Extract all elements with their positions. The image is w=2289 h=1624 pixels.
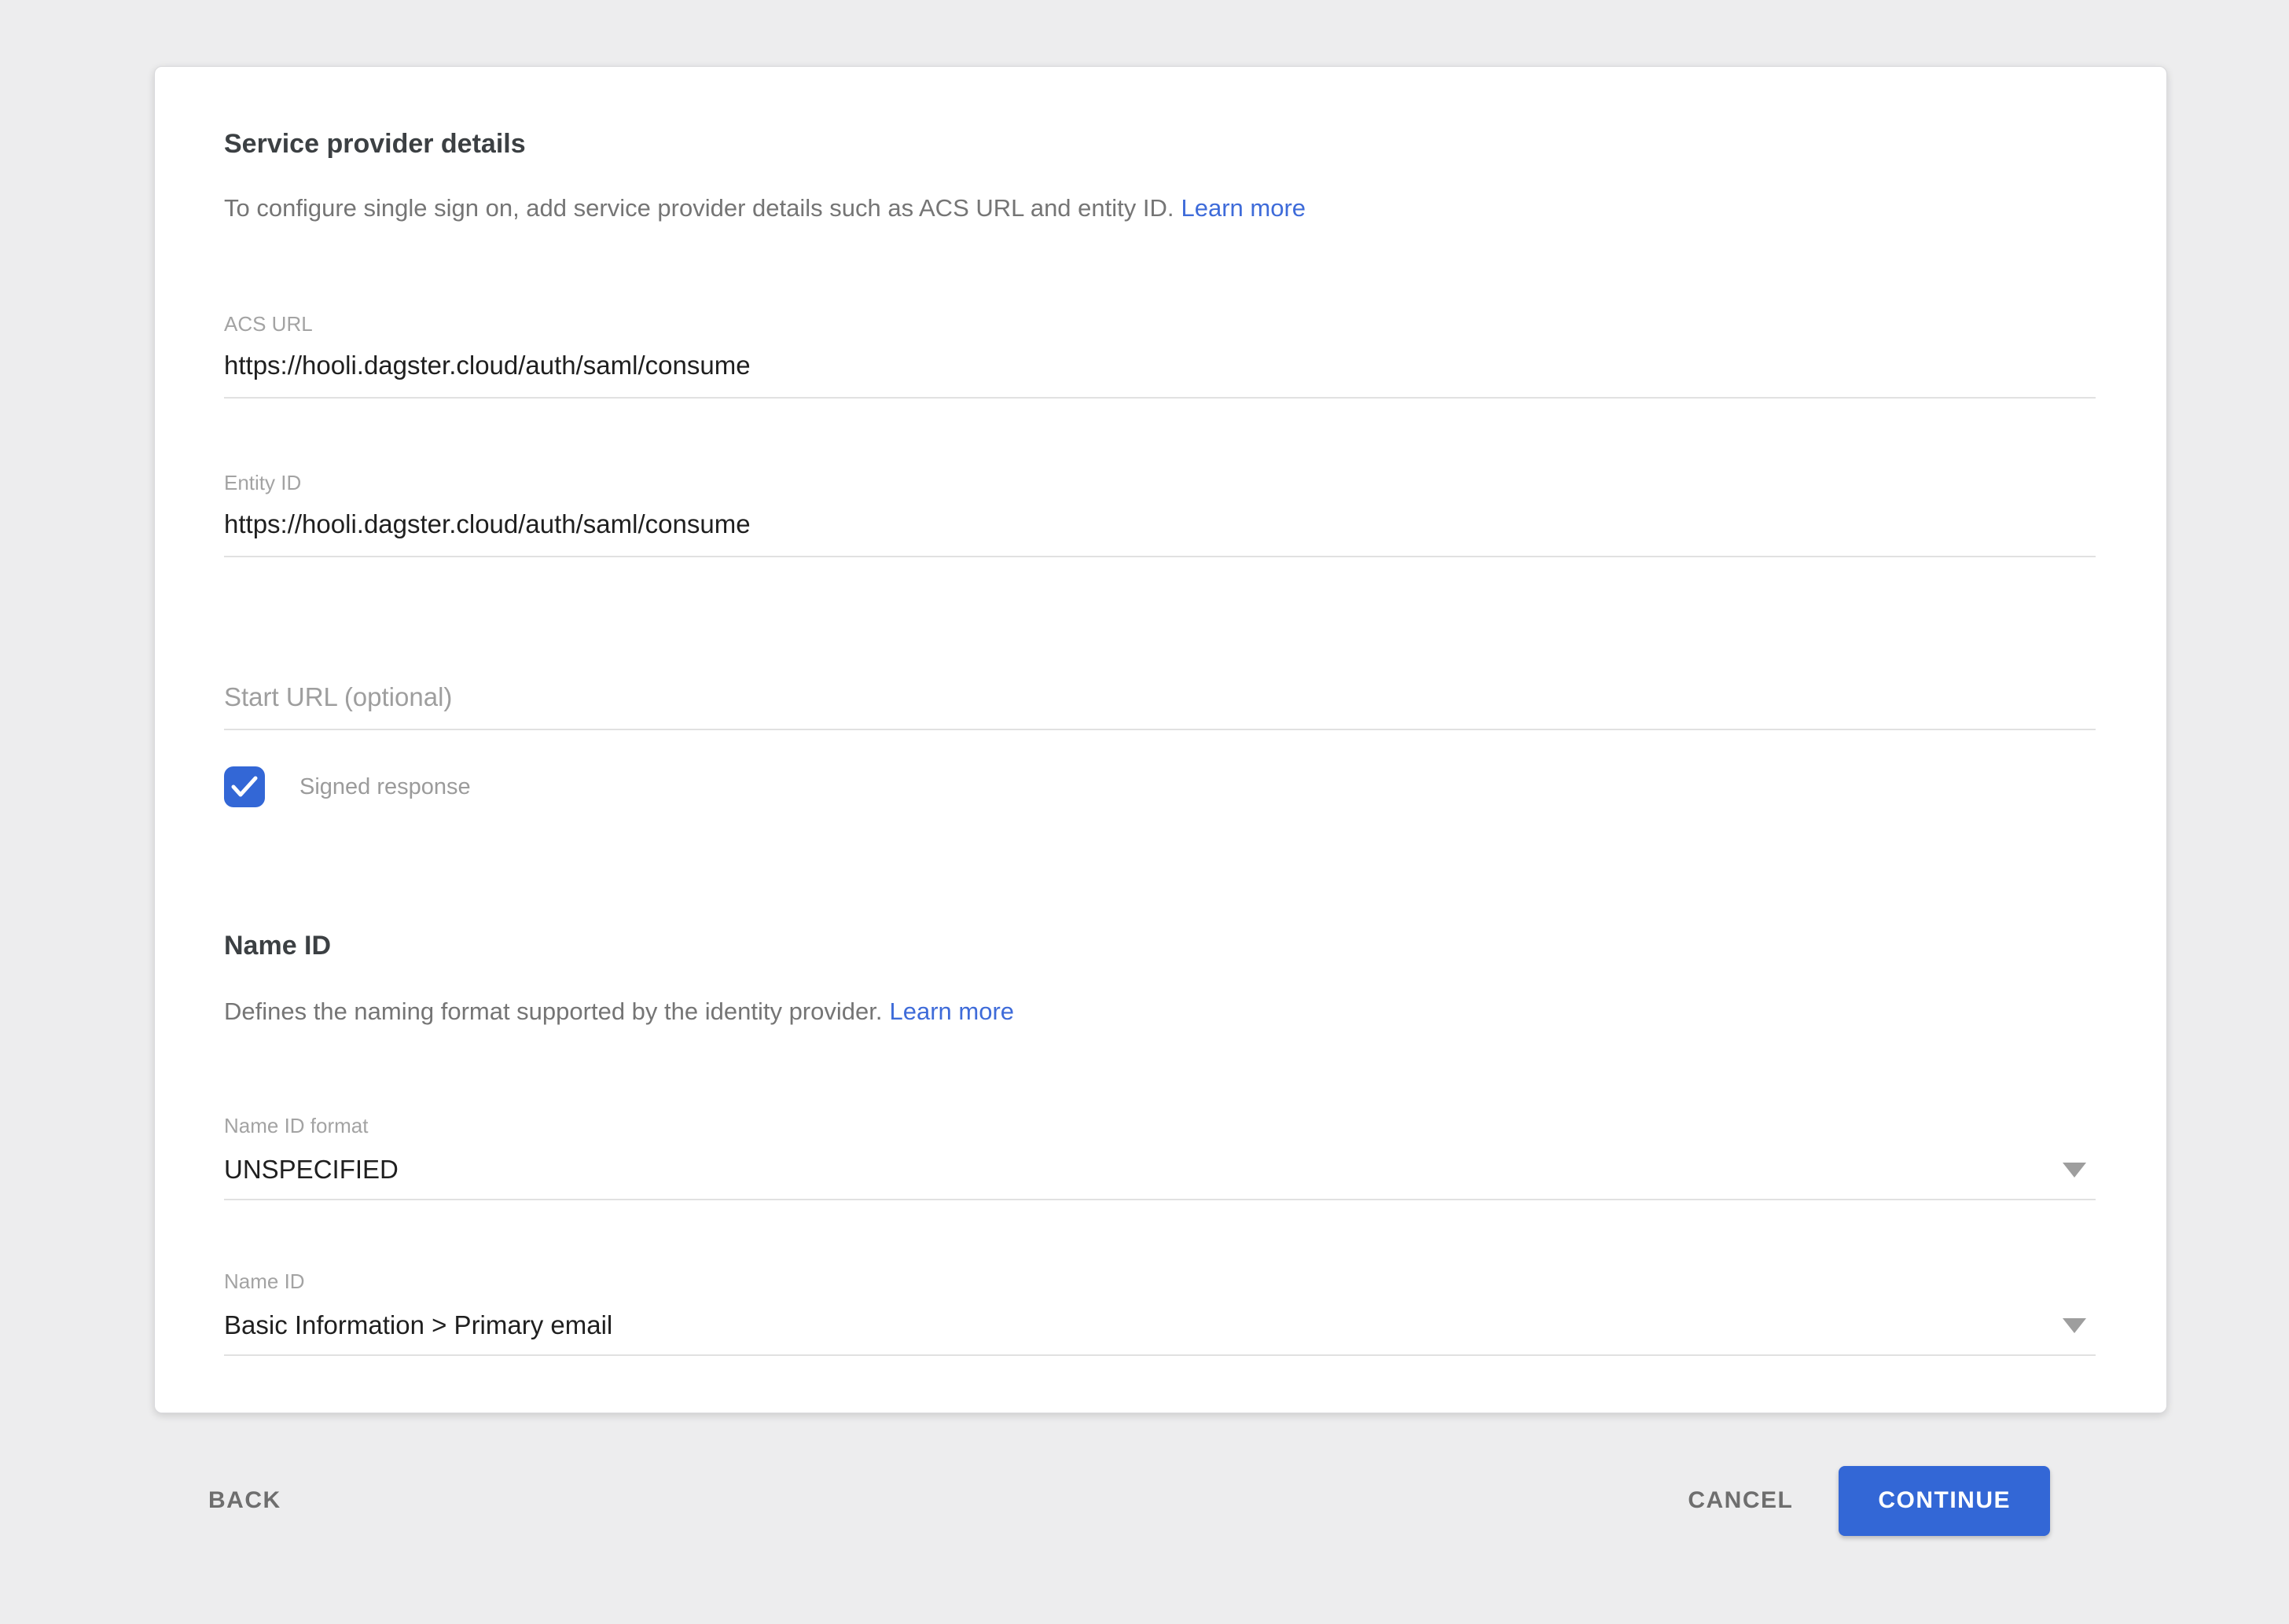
name-id-description-text: Defines the naming format supported by t… xyxy=(224,998,882,1025)
name-id-format-value: UNSPECIFIED xyxy=(224,1152,399,1188)
cancel-button[interactable]: CANCEL xyxy=(1688,1487,1793,1514)
name-id-format-field: Name ID format UNSPECIFIED xyxy=(224,1114,2096,1200)
dropdown-arrow-icon[interactable] xyxy=(2063,1163,2086,1178)
continue-button[interactable]: CONTINUE xyxy=(1839,1466,2050,1536)
dropdown-arrow-icon[interactable] xyxy=(2063,1318,2086,1333)
page-title: Service provider details xyxy=(224,128,2096,160)
name-id-learn-more-link[interactable]: Learn more xyxy=(889,998,1014,1025)
name-id-label: Name ID xyxy=(224,1269,2096,1293)
learn-more-link[interactable]: Learn more xyxy=(1181,194,1306,222)
entity-id-label: Entity ID xyxy=(224,471,2096,494)
footer-actions: BACK CANCEL CONTINUE xyxy=(208,1465,2050,1536)
entity-id-field: Entity ID xyxy=(224,471,2096,557)
signed-response-checkbox[interactable] xyxy=(224,766,265,807)
name-id-value: Basic Information > Primary email xyxy=(224,1307,612,1343)
signed-response-label: Signed response xyxy=(299,774,471,800)
section-description: To configure single sign on, add service… xyxy=(224,193,2096,224)
signed-response-row: Signed response xyxy=(224,766,2096,807)
entity-id-input[interactable] xyxy=(224,494,2096,557)
acs-url-input[interactable] xyxy=(224,336,2096,399)
page-background: Service provider details To configure si… xyxy=(0,0,2289,1624)
name-id-select[interactable]: Basic Information > Primary email xyxy=(224,1293,2096,1356)
checkmark-icon xyxy=(231,776,258,798)
name-id-section-title: Name ID xyxy=(224,930,2096,961)
acs-url-field: ACS URL xyxy=(224,312,2096,399)
name-id-format-label: Name ID format xyxy=(224,1114,2096,1137)
footer-right-actions: CANCEL CONTINUE xyxy=(1688,1466,2050,1536)
acs-url-label: ACS URL xyxy=(224,312,2096,336)
section-description-text: To configure single sign on, add service… xyxy=(224,194,1174,222)
name-id-field: Name ID Basic Information > Primary emai… xyxy=(224,1269,2096,1356)
service-provider-card: Service provider details To configure si… xyxy=(154,66,2167,1413)
name-id-format-select[interactable]: UNSPECIFIED xyxy=(224,1137,2096,1200)
back-button[interactable]: BACK xyxy=(208,1487,281,1514)
start-url-input[interactable] xyxy=(224,667,2096,730)
name-id-description: Defines the naming format supported by t… xyxy=(224,996,2096,1027)
start-url-field xyxy=(224,667,2096,730)
